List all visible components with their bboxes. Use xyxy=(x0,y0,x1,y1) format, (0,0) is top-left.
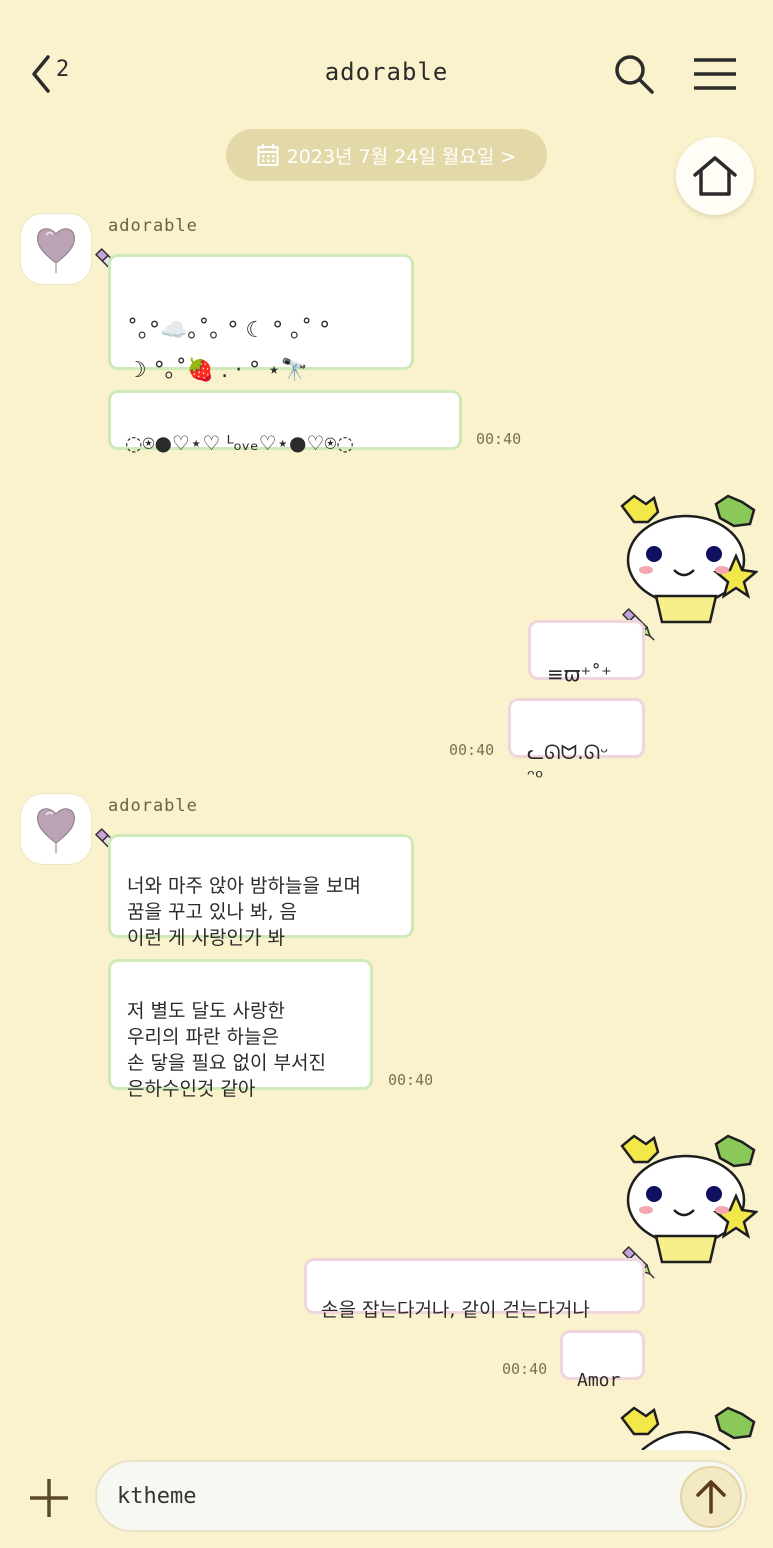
message-input[interactable] xyxy=(95,1460,747,1532)
message-time: 00:40 xyxy=(449,741,495,759)
chat-header: 2 adorable xyxy=(0,0,773,140)
search-button[interactable] xyxy=(612,52,656,96)
home-icon xyxy=(693,156,737,196)
search-icon xyxy=(615,55,654,94)
plus-icon xyxy=(30,1479,68,1517)
sender-name: adorable xyxy=(108,796,198,816)
message-text: 너와 마주 앉아 밤하늘을 보며 꿈을 꾸고 있나 봐, 음 이런 게 사랑인가… xyxy=(127,875,361,949)
message-text: ◌⍟●♡⋆♡ ᴸₒᵥₑ♡⋆●♡⍟◌ xyxy=(125,431,354,455)
heart-balloon-avatar xyxy=(37,228,75,273)
message-bubble[interactable]: Amor xyxy=(560,1330,645,1391)
heart-balloon-avatar xyxy=(37,808,75,853)
date-label: 2023년 7월 24일 월요일 > xyxy=(286,145,517,168)
message-text: 저 별도 달도 사랑한 우리의 파란 하늘은 손 닿을 필요 없이 부서진 은하… xyxy=(127,1000,326,1100)
calendar-icon xyxy=(257,144,279,166)
send-button[interactable] xyxy=(680,1466,742,1528)
arrow-up-icon xyxy=(696,1480,726,1514)
date-divider[interactable]: 2023년 7월 24일 월요일 > xyxy=(226,129,547,181)
message-time: 00:40 xyxy=(388,1071,434,1089)
message-bubble[interactable]: 너와 마주 앉아 밤하늘을 보며 꿈을 꾸고 있나 봐, 음 이런 게 사랑인가… xyxy=(108,834,414,949)
message-time: 00:40 xyxy=(502,1360,548,1378)
message-time: 00:40 xyxy=(476,430,522,448)
message-text: ˚｡°☁️｡˚｡ ° ☾ ° ｡˚ ° ☽ °｡˚🍓 . · ° ⋆🔭 xyxy=(127,318,331,383)
menu-icon xyxy=(694,58,736,90)
attach-button[interactable] xyxy=(28,1477,70,1519)
bunny-sticker[interactable] xyxy=(612,1404,758,1450)
message-bubble[interactable]: ᓚᘏᗢ.ᘏᵕ ᵔᵒ xyxy=(508,698,645,789)
message-text: Amor xyxy=(577,1370,621,1391)
menu-button[interactable] xyxy=(692,56,738,92)
message-bubble[interactable]: 저 별도 달도 사랑한 우리의 파란 하늘은 손 닿을 필요 없이 부서진 은하… xyxy=(108,959,373,1100)
avatar[interactable] xyxy=(21,214,91,284)
home-button[interactable] xyxy=(676,137,754,215)
message-text: ᓚᘏᗢ.ᘏᵕ ᵔᵒ xyxy=(527,740,609,789)
message-bubble[interactable]: 손을 잡는다거나, 같이 걷는다거나 xyxy=(304,1258,645,1321)
message-input-bar xyxy=(0,1450,773,1548)
message-bubble[interactable]: ˚｡°☁️｡˚｡ ° ☾ ° ｡˚ ° ☽ °｡˚🍓 . · ° ⋆🔭 xyxy=(108,254,414,383)
message-text: ≡ϖ⁺˚⁺ xyxy=(547,662,612,686)
sender-name: adorable xyxy=(108,216,198,236)
message-bubble[interactable]: ≡ϖ⁺˚⁺ xyxy=(528,620,645,686)
message-text: 손을 잡는다거나, 같이 걷는다거나 xyxy=(321,1299,590,1321)
avatar[interactable] xyxy=(21,794,91,864)
message-bubble[interactable]: ◌⍟●♡⋆♡ ᴸₒᵥₑ♡⋆●♡⍟◌ xyxy=(108,390,462,455)
chat-title: adorable xyxy=(324,58,449,86)
